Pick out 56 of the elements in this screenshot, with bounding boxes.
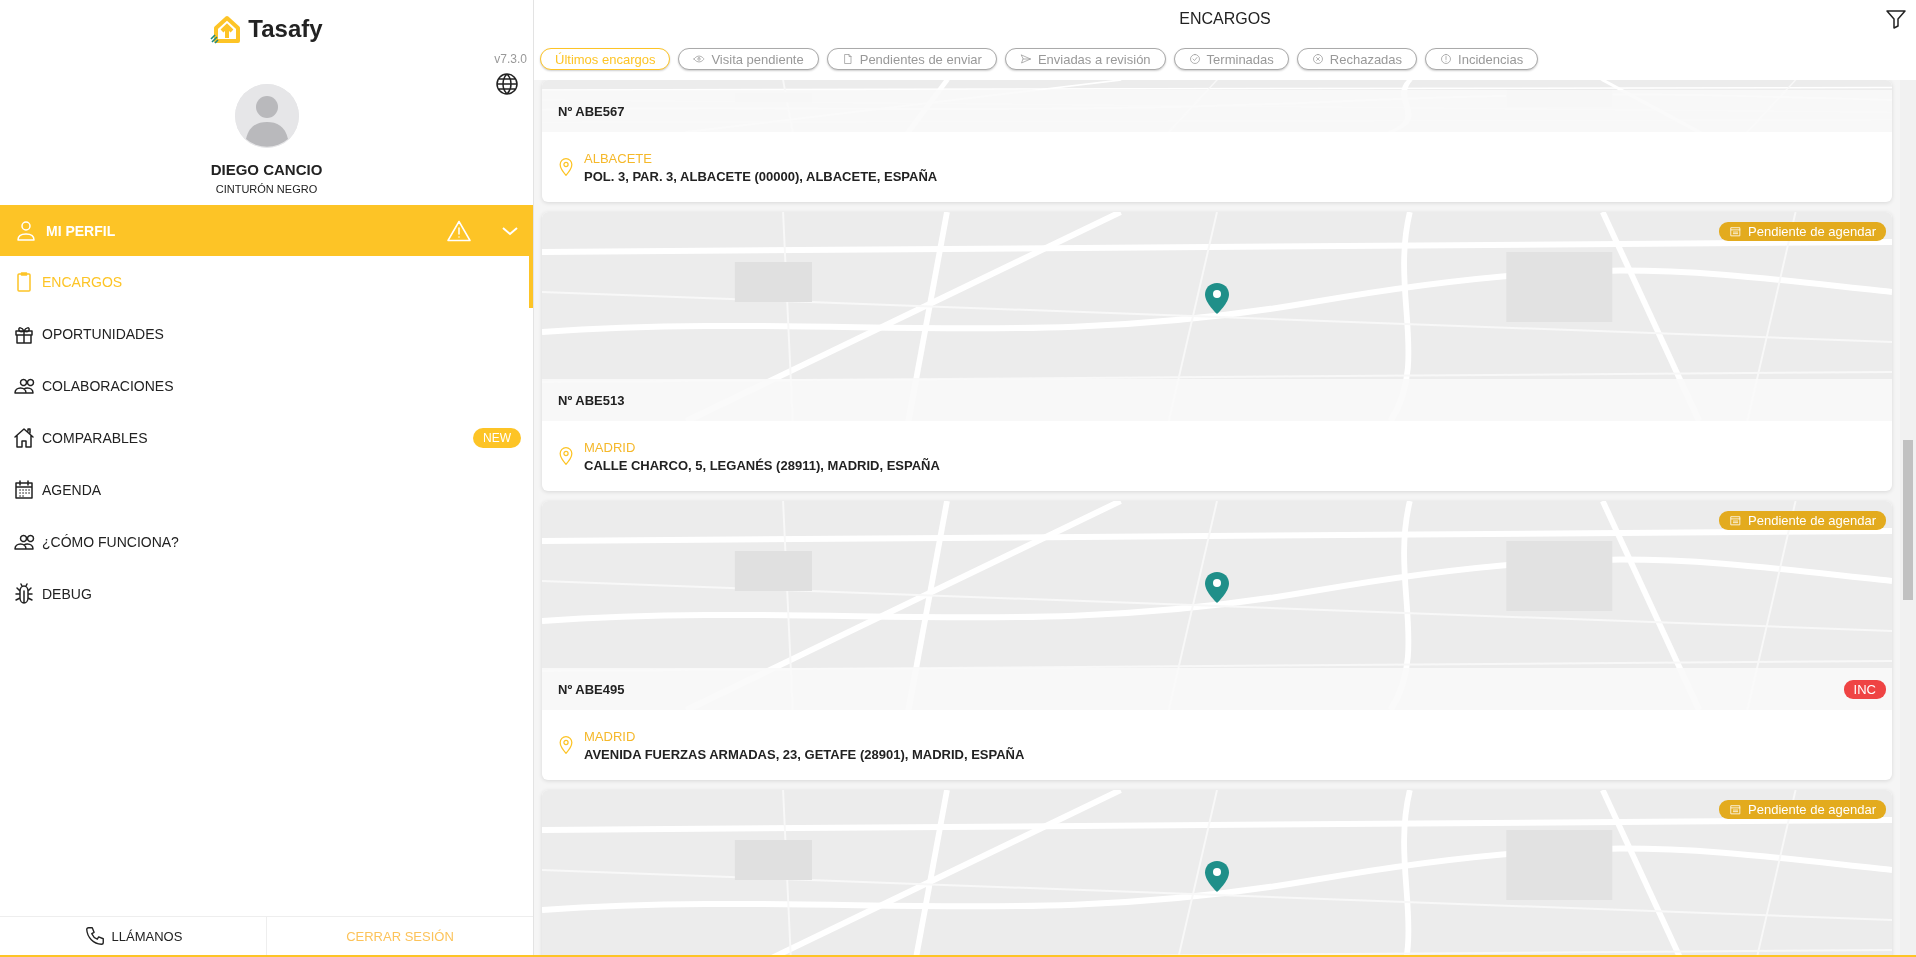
order-card[interactable]: Nº ABE567 ALBACETE POL. 3, PAR. 3, ALBACETE (00000), ALBACETE, ESPAÑA <box>542 80 1892 202</box>
filter-icon[interactable] <box>1884 7 1908 31</box>
document-icon <box>841 53 854 65</box>
order-number: Nº ABE567 <box>558 103 626 119</box>
calendar-icon <box>1729 225 1743 238</box>
eye-icon <box>693 53 706 65</box>
order-card[interactable]: Pendiente de agendar Nº ABE495 INC MADRID AVENIDA FUERZAS ARMADAS, 23, GETAFE (28901), MADRID, ESPAÑA <box>542 501 1892 780</box>
nav-item[interactable]: ¿CÓMO FUNCIONA? <box>0 516 533 568</box>
order-number: Nº ABE513 <box>558 392 626 408</box>
nav-item[interactable]: AGENDA <box>0 464 533 516</box>
order-card[interactable]: Pendiente de agendar <box>542 790 1892 955</box>
logo-text: Tasafy <box>248 15 323 43</box>
map-pin-icon <box>1203 860 1231 894</box>
calendar-icon <box>1729 803 1743 816</box>
calendar-icon <box>1729 514 1743 527</box>
page-title: ENCARGOS <box>1179 10 1271 28</box>
calendar-icon <box>12 478 36 502</box>
user-name: DIEGO CANCIO <box>210 161 323 178</box>
order-address: CALLE CHARCO, 5, LEGANÉS (28911), MADRID, ESPAÑA <box>584 457 940 473</box>
warning-icon <box>447 219 471 242</box>
nav-item[interactable]: COLABORACIONES <box>0 360 533 412</box>
order-number: Nº ABE495 <box>558 681 626 697</box>
status-badge: Pendiente de agendar <box>1719 222 1886 241</box>
order-province: MADRID <box>584 439 637 455</box>
incidence-badge: INC <box>1843 679 1886 699</box>
scrollbar[interactable] <box>1900 80 1916 955</box>
chevron-down-icon <box>501 224 519 237</box>
filter-tab[interactable]: Visita pendiente <box>678 48 819 70</box>
map-pin-icon <box>1203 282 1231 316</box>
filter-tab[interactable]: Incidencias <box>1425 48 1539 70</box>
bug-icon <box>12 582 36 606</box>
order-province: MADRID <box>584 728 637 744</box>
order-address: POL. 3, PAR. 3, ALBACETE (00000), ALBACETE, ESPAÑA <box>584 168 938 184</box>
order-card[interactable]: Pendiente de agendar Nº ABE513 MADRID CALLE CHARCO, 5, LEGANÉS (28911), MADRID, ESPAÑA <box>542 212 1892 491</box>
profile-menu-button[interactable]: MI PERFIL <box>0 205 533 256</box>
filter-tab[interactable]: Terminadas <box>1173 48 1289 70</box>
nav-item[interactable]: OPORTUNIDADES <box>0 308 533 360</box>
user-rank: CINTURÓN NEGRO <box>215 183 318 195</box>
map-pin-icon <box>1203 571 1231 605</box>
phone-icon <box>83 925 106 947</box>
filter-tab[interactable]: Enviadas a revisión <box>1004 48 1166 70</box>
nav-item[interactable]: COMPARABLES NEW <box>0 412 533 464</box>
send-icon <box>1019 53 1032 65</box>
filter-tab[interactable]: Últimos encargos <box>540 48 671 70</box>
new-badge: NEW <box>473 428 521 448</box>
order-province: ALBACETE <box>584 150 653 166</box>
status-badge: Pendiente de agendar <box>1719 800 1886 819</box>
user-icon <box>14 218 38 243</box>
status-badge: Pendiente de agendar <box>1719 511 1886 530</box>
nav-item[interactable]: DEBUG <box>0 568 533 620</box>
version-label: v7.3.0 <box>494 52 527 66</box>
globe-icon[interactable] <box>495 72 519 96</box>
filter-tab[interactable]: Rechazadas <box>1296 48 1418 70</box>
house-icon <box>12 426 36 450</box>
order-address: AVENIDA FUERZAS ARMADAS, 23, GETAFE (28901), MADRID, ESPAÑA <box>584 746 1025 762</box>
filter-tab[interactable]: Pendientes de enviar <box>826 48 997 70</box>
